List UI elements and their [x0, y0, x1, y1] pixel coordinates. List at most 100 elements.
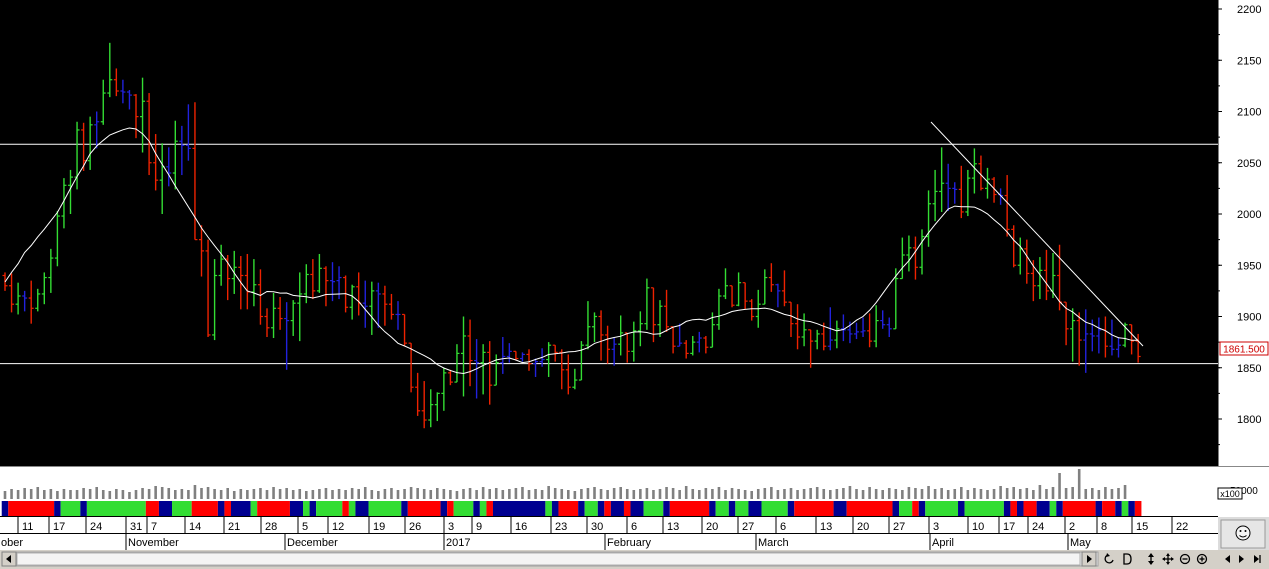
volume-bar: [639, 489, 642, 499]
volume-bar: [809, 488, 812, 499]
volume-bar: [324, 488, 328, 499]
horizontal-scrollbar[interactable]: [1, 551, 1099, 567]
volume-bar: [1005, 488, 1009, 499]
volume-bar: [960, 487, 963, 499]
price-tick-label: 1900: [1237, 312, 1261, 324]
volume-bar: [344, 490, 347, 499]
volume-bar: [1071, 487, 1074, 499]
volume-bar: [128, 492, 131, 499]
volume-bar: [285, 488, 288, 499]
price-tick-label: 2000: [1237, 209, 1261, 221]
day-tick-label: 3: [448, 521, 454, 533]
volume-bar: [10, 489, 13, 499]
volume-bar: [580, 489, 583, 499]
trend-segment: [833, 501, 847, 516]
price-tick-label: 2100: [1237, 107, 1261, 119]
volume-bar: [671, 488, 675, 499]
volume-bar: [160, 487, 164, 499]
trend-segment: [604, 501, 611, 516]
volume-bar: [625, 489, 629, 499]
trend-segment: [1056, 501, 1063, 516]
day-tick-label: 16: [515, 521, 527, 533]
volume-bar: [337, 489, 341, 499]
volume-bar: [1110, 489, 1114, 499]
volume-bar: [305, 491, 308, 499]
volume-bar: [979, 489, 983, 499]
day-tick-label: 27: [742, 521, 754, 533]
volume-bar: [802, 489, 806, 499]
volume-bar: [363, 487, 367, 499]
month-label: 2017: [446, 537, 470, 549]
volume-bar: [822, 489, 826, 499]
volume-bar: [1058, 473, 1061, 499]
volume-bar: [108, 491, 112, 499]
volume-bar: [88, 489, 92, 499]
volume-bar: [193, 485, 197, 499]
volume-bar: [278, 489, 282, 499]
day-tick-label: 10: [972, 521, 984, 533]
trend-segment: [60, 501, 81, 516]
volume-bar: [861, 490, 865, 499]
volume-bar: [887, 488, 891, 499]
volume-bar: [232, 491, 236, 499]
volume-bar: [973, 488, 976, 499]
day-tick-label: 15: [1136, 521, 1148, 533]
volume-bar: [848, 486, 852, 499]
volume-bar: [409, 487, 413, 499]
day-tick-label: 30: [591, 521, 603, 533]
trend-segment: [663, 501, 670, 516]
trend-segment: [348, 501, 356, 516]
trend-segment: [217, 501, 225, 516]
volume-bar: [907, 487, 911, 499]
volume-bar: [1097, 490, 1101, 499]
volume-bar: [567, 490, 570, 499]
volume-bar: [704, 488, 708, 499]
volume-bar: [593, 487, 596, 499]
trend-segment: [492, 501, 546, 516]
day-tick-label: 17: [1003, 521, 1015, 533]
smiley-icon: [1235, 525, 1251, 541]
day-tick-label: 26: [409, 521, 421, 533]
volume-bar: [239, 489, 243, 499]
volume-bar: [3, 491, 7, 499]
volume-bar: [226, 488, 229, 499]
day-tick-label: 24: [1032, 521, 1044, 533]
volume-bar: [717, 487, 721, 499]
trend-segment: [407, 501, 441, 516]
day-tick-label: 31: [130, 521, 142, 533]
volume-bar: [494, 488, 498, 499]
day-tick-label: 7: [151, 521, 157, 533]
trend-segment: [1010, 501, 1017, 516]
trend-segment: [597, 501, 605, 516]
trend-color-strip: [1, 501, 1142, 516]
volume-bar: [449, 490, 452, 499]
trend-segment: [912, 501, 919, 516]
trend-segment: [545, 501, 552, 516]
volume-bar: [920, 489, 924, 499]
volume-bar: [632, 490, 636, 499]
volume-bar: [789, 488, 793, 499]
volume-bar: [206, 487, 210, 499]
trend-segment: [1102, 501, 1116, 516]
volume-bar: [311, 490, 315, 499]
trend-segment: [191, 501, 218, 516]
trend-segment: [440, 501, 448, 516]
volume-bar: [678, 490, 681, 499]
trend-segment: [925, 501, 959, 516]
chart-window: 2200 2150 2100 2050 2000 1950 1900 1850 1800 186…: [0, 0, 1269, 569]
volume-bar: [213, 489, 216, 499]
scroll-thumb[interactable]: [16, 552, 1081, 566]
price-tick-label: 1950: [1237, 260, 1261, 272]
trend-segment: [735, 501, 749, 516]
volume-bar: [894, 489, 898, 499]
month-label: March: [758, 537, 789, 549]
trend-segment: [54, 501, 61, 516]
volume-bar: [252, 489, 256, 499]
trend-segment: [257, 501, 290, 516]
volume-bar: [272, 487, 275, 499]
volume-bar: [881, 490, 884, 499]
trend-segment: [1049, 501, 1057, 516]
trend-segment: [709, 501, 716, 516]
month-label: May: [1070, 537, 1091, 549]
volume-bar: [901, 490, 904, 499]
